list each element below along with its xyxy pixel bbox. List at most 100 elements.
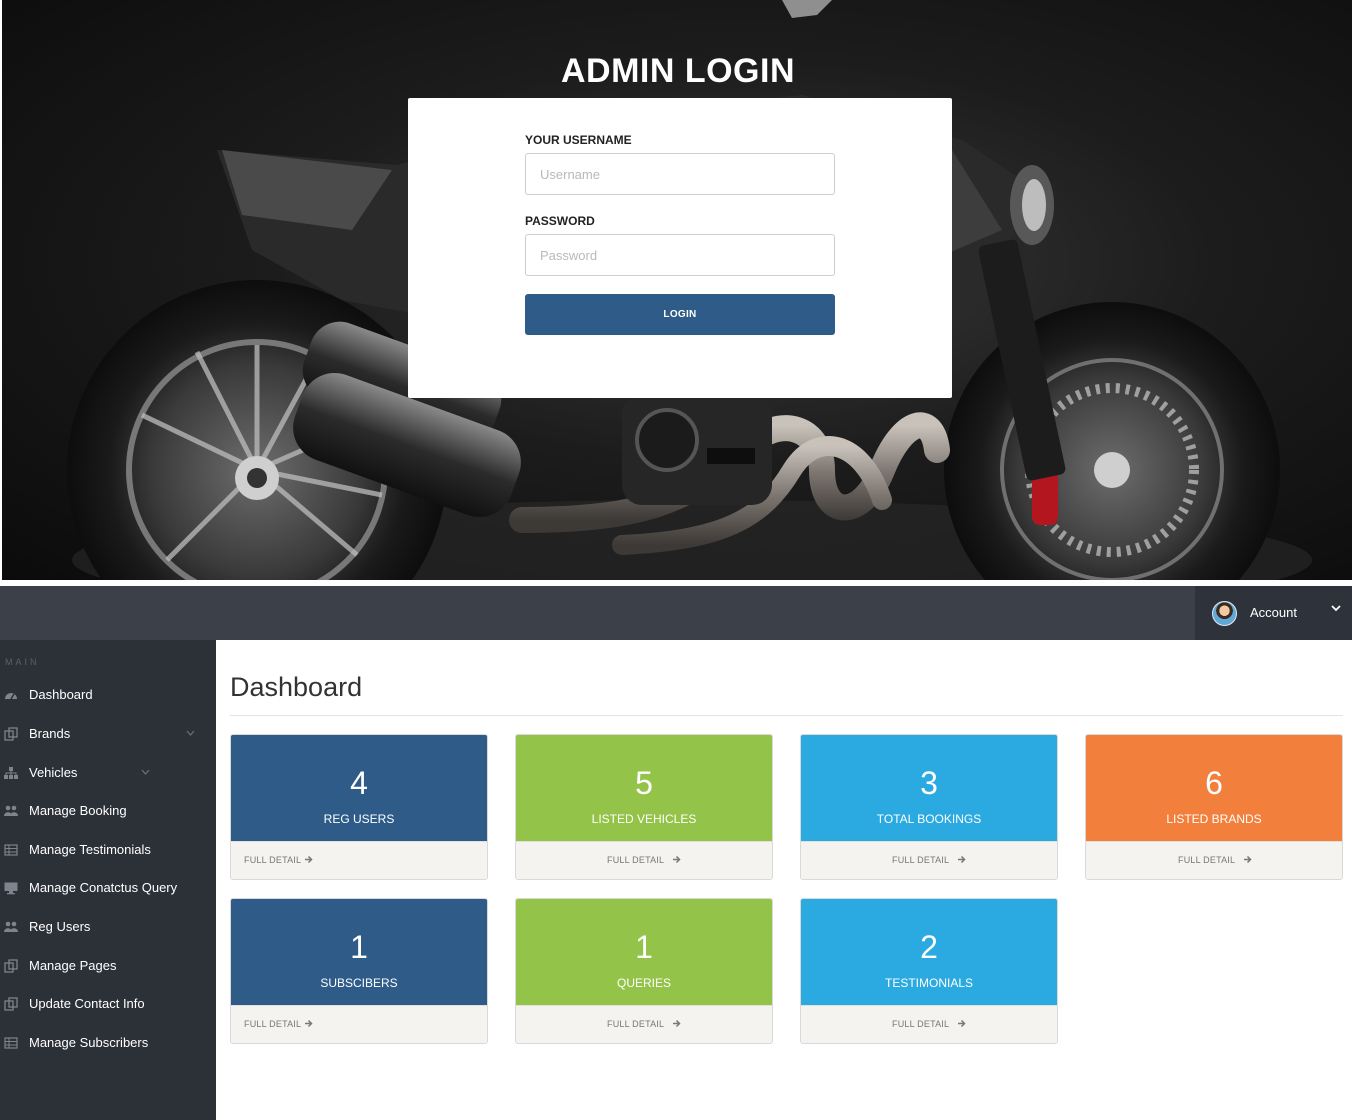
sidebar-item-manage-contact-query[interactable]: Manage Conatctus Query: [0, 873, 216, 903]
full-detail-link[interactable]: FULL DETAIL: [607, 855, 681, 865]
login-title: ADMIN LOGIN: [560, 52, 796, 90]
stat-value: 4: [350, 765, 368, 801]
stat-value: 6: [1205, 765, 1223, 801]
sidebar-item-label: Brands: [29, 726, 71, 741]
sidebar-item-label: Vehicles: [29, 765, 78, 780]
sidebar-item-manage-subscribers[interactable]: Manage Subscribers: [0, 1028, 216, 1058]
stat-card-footer: FULL DETAIL: [516, 841, 772, 879]
files-icon: [4, 997, 18, 1011]
full-detail-label: FULL DETAIL: [244, 1019, 302, 1029]
table-icon: [4, 844, 18, 856]
stat-label: LISTED VEHICLES: [591, 812, 697, 826]
stat-card-header: 2 TESTIMONIALS: [801, 899, 1057, 1005]
password-input[interactable]: [525, 234, 835, 276]
title-divider: [230, 715, 1343, 716]
stat-card-total-bookings: 3 TOTAL BOOKINGS FULL DETAIL: [800, 734, 1058, 880]
sidebar-item-brands[interactable]: Brands: [0, 719, 216, 749]
sidebar-item-label: Manage Pages: [29, 958, 117, 973]
full-detail-link[interactable]: FULL DETAIL: [1178, 855, 1252, 865]
sidebar-item-label: Manage Booking: [29, 803, 127, 818]
stat-card-footer: FULL DETAIL: [231, 841, 487, 879]
sidebar-item-dashboard[interactable]: Dashboard: [0, 680, 216, 710]
chevron-down-icon: [186, 730, 195, 736]
stat-card-testimonials: 2 TESTIMONIALS FULL DETAIL: [800, 898, 1058, 1044]
stat-label: REG USERS: [323, 812, 395, 826]
arrow-right-icon: [673, 855, 681, 864]
full-detail-link[interactable]: FULL DETAIL: [892, 1019, 966, 1029]
stat-card-header: 4 REG USERS: [231, 735, 487, 841]
arrow-right-icon: [673, 1019, 681, 1028]
account-label: Account: [1250, 605, 1297, 620]
full-detail-label: FULL DETAIL: [892, 855, 950, 865]
login-page: ADMIN LOGIN YOUR USERNAME PASSWORD LOGIN: [0, 0, 1352, 580]
files-icon: [4, 727, 18, 741]
stat-value: 2: [920, 929, 938, 965]
full-detail-link[interactable]: FULL DETAIL: [244, 855, 313, 865]
username-label: YOUR USERNAME: [525, 133, 632, 147]
sidebar-item-manage-pages[interactable]: Manage Pages: [0, 951, 216, 981]
account-menu[interactable]: Account: [1195, 586, 1352, 640]
stat-card-reg-users: 4 REG USERS FULL DETAIL: [230, 734, 488, 880]
full-detail-label: FULL DETAIL: [892, 1019, 950, 1029]
stat-label: QUERIES: [616, 976, 671, 990]
sidebar-item-update-contact-info[interactable]: Update Contact Info: [0, 989, 216, 1019]
stat-card-listed-brands: 6 LISTED BRANDS FULL DETAIL: [1085, 734, 1343, 880]
sidebar-item-label: Update Contact Info: [29, 996, 145, 1011]
sidebar-item-label: Reg Users: [29, 919, 91, 934]
stat-label: LISTED BRANDS: [1166, 812, 1262, 826]
sidebar-item-label: Manage Subscribers: [29, 1035, 149, 1050]
page-title: Dashboard: [230, 672, 363, 702]
sidebar-item-reg-users[interactable]: Reg Users: [0, 912, 216, 942]
user-avatar: [1212, 601, 1237, 626]
full-detail-label: FULL DETAIL: [607, 1019, 665, 1029]
chevron-down-icon: [141, 769, 150, 775]
arrow-right-icon: [305, 1019, 313, 1028]
sidebar: MAIN Dashboard Brands Vehicles Manage Bo…: [0, 640, 216, 1120]
stat-value: 1: [350, 929, 368, 965]
sidebar-item-manage-booking[interactable]: Manage Booking: [0, 796, 216, 826]
sidebar-heading: MAIN: [5, 657, 40, 667]
chevron-down-icon: [1331, 605, 1341, 612]
sidebar-item-label: Manage Conatctus Query: [29, 880, 178, 895]
users-icon: [4, 805, 18, 816]
stat-card-footer: FULL DETAIL: [801, 1005, 1057, 1043]
stat-value: 1: [635, 929, 653, 965]
files-icon: [4, 959, 18, 973]
stat-card-listed-vehicles: 5 LISTED VEHICLES FULL DETAIL: [515, 734, 773, 880]
stat-card-footer: FULL DETAIL: [516, 1005, 772, 1043]
stat-label: SUBSCIBERS: [320, 976, 398, 990]
sidebar-item-manage-testimonials[interactable]: Manage Testimonials: [0, 835, 216, 865]
arrow-right-icon: [958, 1019, 966, 1028]
stat-label: TOTAL BOOKINGS: [876, 812, 982, 826]
users-icon: [4, 921, 18, 932]
sidebar-item-vehicles[interactable]: Vehicles: [0, 758, 216, 788]
stat-card-queries: 1 QUERIES FULL DETAIL: [515, 898, 773, 1044]
top-navbar: Account: [0, 586, 1352, 640]
stat-card-header: 3 TOTAL BOOKINGS: [801, 735, 1057, 841]
login-button[interactable]: LOGIN: [525, 294, 835, 335]
table-icon: [4, 1037, 18, 1049]
stat-value: 5: [635, 765, 653, 801]
sitemap-icon: [4, 767, 18, 779]
dashboard-icon: [5, 693, 17, 700]
stat-card-footer: FULL DETAIL: [801, 841, 1057, 879]
stat-card-header: 6 LISTED BRANDS: [1086, 735, 1342, 841]
stat-card-header: 1 QUERIES: [516, 899, 772, 1005]
stat-card-footer: FULL DETAIL: [1086, 841, 1342, 879]
full-detail-link[interactable]: FULL DETAIL: [607, 1019, 681, 1029]
arrow-right-icon: [305, 855, 313, 864]
arrow-right-icon: [1244, 855, 1252, 864]
login-form-card: YOUR USERNAME PASSWORD LOGIN: [408, 98, 952, 398]
full-detail-label: FULL DETAIL: [607, 855, 665, 865]
stat-value: 3: [920, 765, 938, 801]
username-input[interactable]: [525, 153, 835, 195]
full-detail-label: FULL DETAIL: [244, 855, 302, 865]
stat-label: TESTIMONIALS: [884, 976, 973, 990]
sidebar-item-label: Manage Testimonials: [29, 842, 151, 857]
full-detail-link[interactable]: FULL DETAIL: [244, 1019, 313, 1029]
stat-card-subscribers: 1 SUBSCIBERS FULL DETAIL: [230, 898, 488, 1044]
stat-card-header: 5 LISTED VEHICLES: [516, 735, 772, 841]
full-detail-link[interactable]: FULL DETAIL: [892, 855, 966, 865]
stat-card-footer: FULL DETAIL: [231, 1005, 487, 1043]
full-detail-label: FULL DETAIL: [1178, 855, 1236, 865]
